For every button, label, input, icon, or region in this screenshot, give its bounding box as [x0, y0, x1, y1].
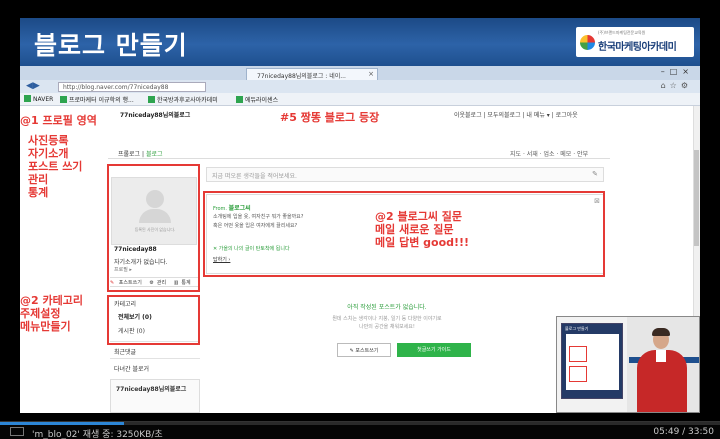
- slide-banner: 블로그 만들기 (주)브랜드마케팅전문교육원 한국마케팅아카데미: [20, 18, 700, 66]
- logo-subtitle: (주)브랜드마케팅전문교육원: [598, 30, 646, 35]
- favorite-naver[interactable]: NAVER: [24, 95, 53, 103]
- presenter-collar: [656, 350, 666, 362]
- slide-title: 블로그 만들기: [34, 31, 188, 60]
- player-screen-icon[interactable]: [10, 427, 24, 436]
- url-input[interactable]: http://blog.naver.com/77niceday88: [58, 82, 206, 92]
- annotation-profile: @1 프로필 영역: [20, 114, 97, 127]
- empty-posts-message: 아직 작성된 포스트가 없습니다.: [347, 304, 427, 311]
- write-post-button[interactable]: ✎ 포스트쓰기: [337, 343, 391, 357]
- playback-status: 'm_blo_02' 재생 중: 3250KB/초: [32, 430, 163, 439]
- projector-highlight: [569, 346, 587, 362]
- compose-input[interactable]: 지금 떠오른 생각들을 적어보세요. ✎: [206, 167, 604, 182]
- visited-bloggers-title[interactable]: 다녀간 블로거: [114, 364, 149, 373]
- tab-title: 77niceday88님의블로그 : 네이...: [257, 73, 346, 80]
- logo-mark-icon: [580, 35, 595, 50]
- blog-name[interactable]: 77niceday88님의블로그: [120, 110, 190, 119]
- logo-text: 한국마케팅아카데미: [598, 42, 677, 53]
- playback-time: 05:49 / 33:50: [653, 427, 714, 437]
- progress-track[interactable]: [0, 422, 720, 425]
- compose-placeholder: 지금 떠오른 생각들을 적어보세요.: [212, 173, 297, 180]
- progress-fill: [0, 422, 124, 425]
- scroll-thumb[interactable]: [694, 150, 699, 246]
- divider: [110, 358, 200, 359]
- empty-posts-sub: 뭔데 스치는 생각이나 지붕, 일기 등 다양한 이야기로: [332, 316, 442, 322]
- annotation-blogc: @2 블로그씨 질문 메일 새로운 질문 메일 답변 good!!!: [375, 210, 470, 249]
- tab-close-icon[interactable]: ×: [368, 70, 374, 78]
- blog-menu-links[interactable]: 지도 · 서재 · 업소 · 메모 · 안부: [510, 149, 588, 158]
- breadcrumb[interactable]: 프롤로그 | 블로그: [118, 149, 163, 158]
- browser-tab-active[interactable]: 77niceday88님의블로그 : 네이... ×: [246, 68, 378, 80]
- favorite-academy[interactable]: 한국방과후교사아카데미: [148, 95, 218, 104]
- first-post-guide-button[interactable]: 첫글쓰기 가이드: [397, 343, 471, 357]
- address-bar: ◀▶ http://blog.naver.com/77niceday88 ⌂☆⚙: [20, 80, 700, 93]
- projector-highlight: [569, 366, 587, 382]
- tab-bar: 77niceday88님의블로그 : 네이... × –□×: [20, 66, 700, 80]
- blog-top-links[interactable]: 이웃블로그 | 모두의블로그 | 내 메뉴 ▾ | 로그아웃: [454, 110, 578, 119]
- pencil-icon[interactable]: ✎: [592, 170, 598, 178]
- empty-posts-sub: 나만의 공간을 채워보세요!: [359, 324, 415, 330]
- projector-screen: 블로그 만들기: [561, 323, 623, 399]
- back-forward-icon[interactable]: ◀▶: [26, 81, 40, 91]
- blog-widget-box: 77niceday88님의블로그: [110, 379, 200, 413]
- academy-logo: (주)브랜드마케팅전문교육원 한국마케팅아카데미: [576, 27, 694, 57]
- recent-comments-title[interactable]: 최근댓글: [114, 347, 136, 356]
- favorite-promarketer[interactable]: 프로마케터 이규학의 행...: [60, 95, 134, 104]
- favorites-bar: NAVER 프로마케터 이규학의 행... 한국방과후교사아카데미 에듀라이센스: [20, 93, 700, 106]
- annotation-category: @2 카테고리 주제설정 메뉴만들기: [20, 294, 83, 333]
- annotation-blog-title: #5 짱똥 블로그 등장: [280, 111, 380, 124]
- home-favorites-settings-icons[interactable]: ⌂☆⚙: [661, 81, 692, 90]
- webcam-inset: 블로그 만들기: [556, 316, 700, 413]
- divider: [108, 158, 610, 159]
- widget-title: 77niceday88님의블로그: [116, 386, 187, 393]
- favorite-edulicense[interactable]: 에듀라이센스: [236, 95, 278, 104]
- window-controls[interactable]: –□×: [661, 67, 694, 76]
- projector-content: [566, 334, 619, 390]
- presenter-hair: [652, 328, 670, 336]
- media-player-bar: 'm_blo_02' 재생 중: 3250KB/초 05:49 / 33:50: [0, 421, 720, 439]
- category-highlight-box: [107, 295, 200, 345]
- projector-title: 블로그 만들기: [565, 326, 589, 331]
- profile-highlight-box: [107, 164, 200, 292]
- annotation-profile-items: 사진등록 자기소개 포스트 쓰기 관리 통계: [28, 134, 83, 199]
